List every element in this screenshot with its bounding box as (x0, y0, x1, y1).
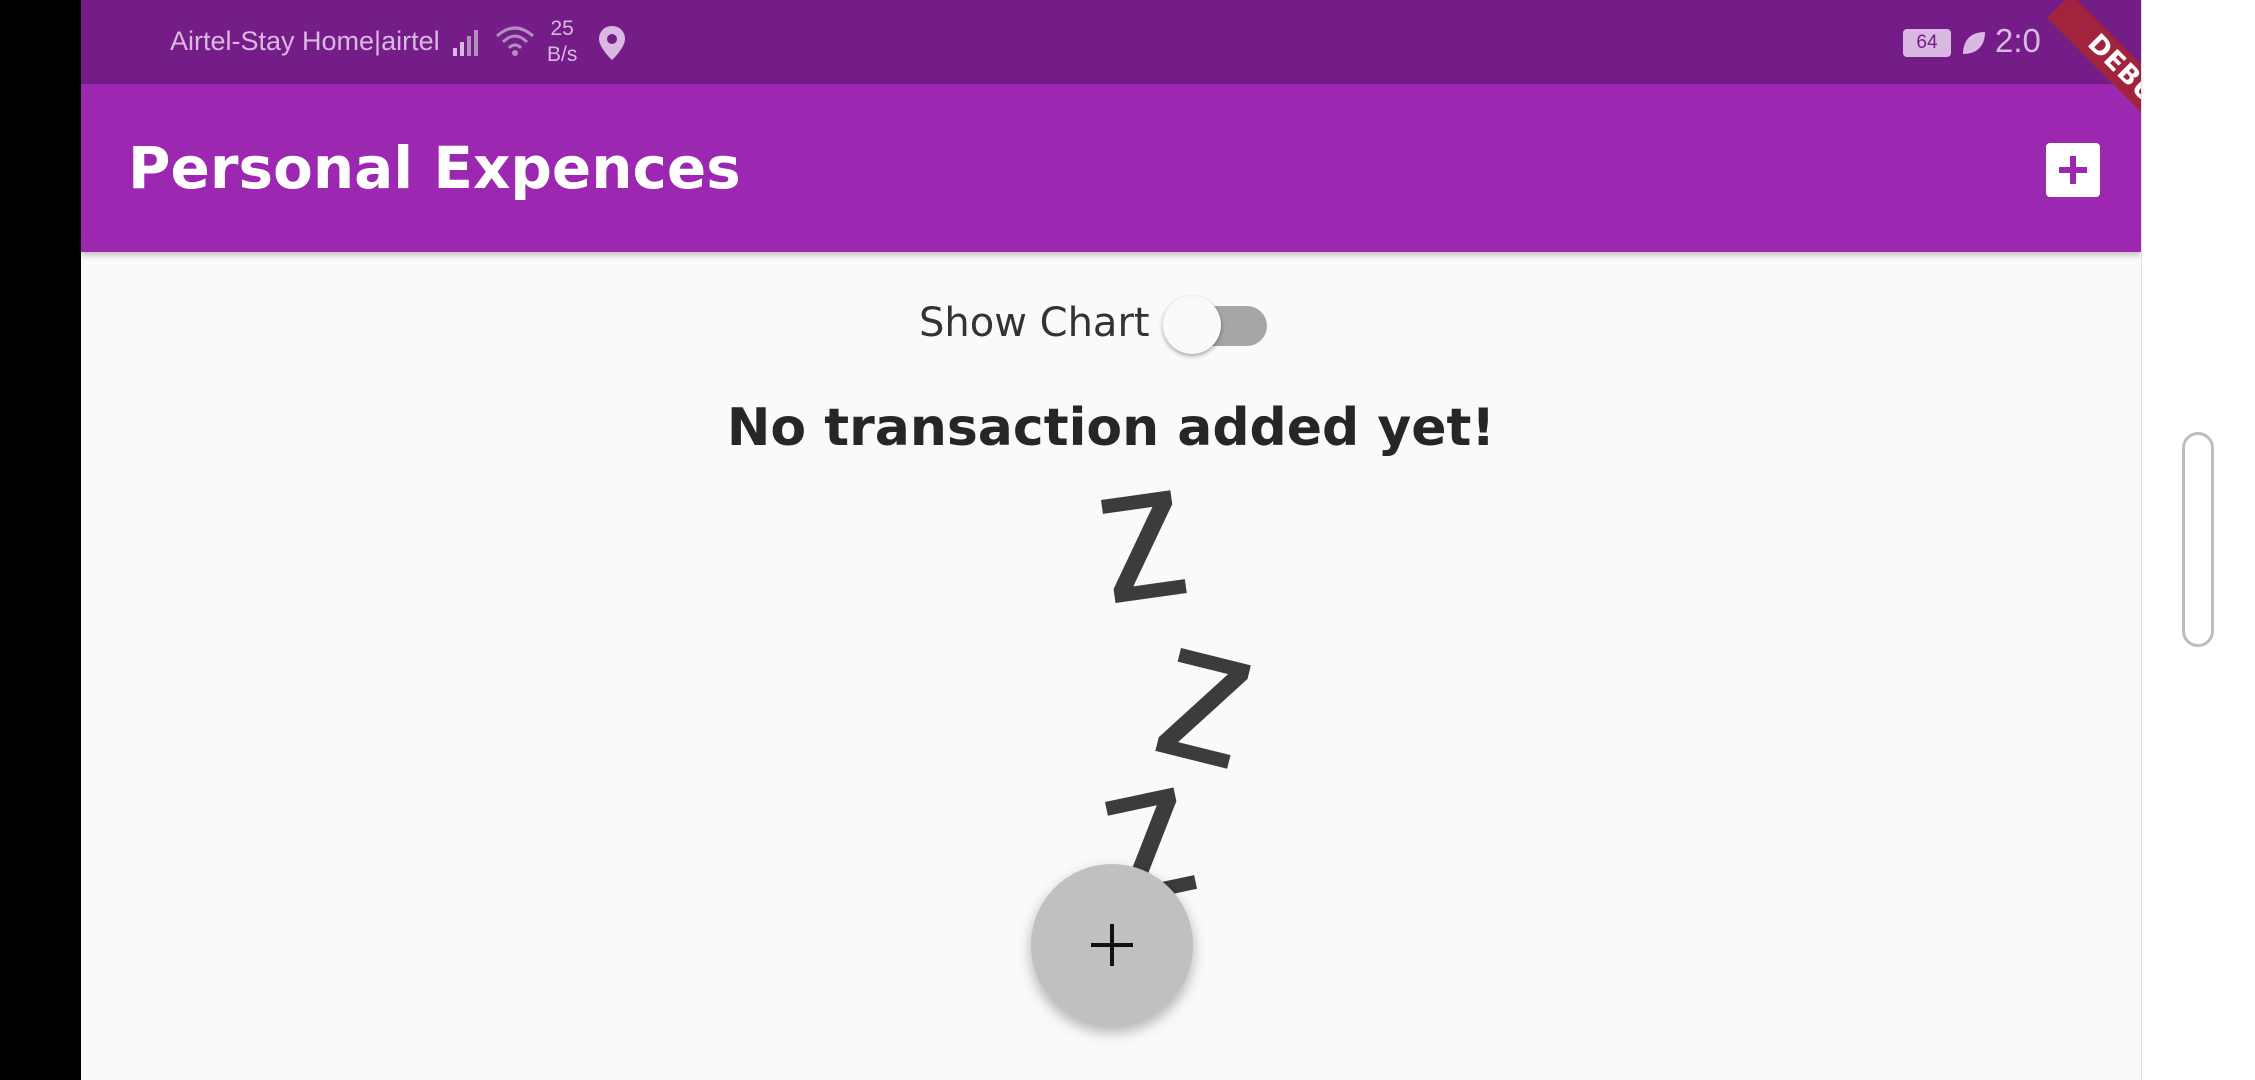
show-chart-label: Show Chart (919, 300, 1150, 346)
side-scroll-handle[interactable] (2182, 432, 2214, 647)
sleeping-zzz-image (1101, 490, 1251, 904)
network-speed-unit: B/s (547, 43, 578, 66)
app-title: Personal Expences (128, 134, 741, 202)
carrier-label: Airtel-Stay Home|airtel (170, 26, 440, 56)
clock: 2:0 (1995, 22, 2041, 59)
empty-state-message: No transaction added yet! (726, 398, 1496, 458)
network-speed: 25 B/s (547, 16, 577, 68)
app-window: Airtel-Stay Home|airtel 25 B/s 64 2:0 Pe… (81, 0, 2141, 1080)
network-speed-value: 25 (550, 17, 574, 40)
add-floating-action-button[interactable] (1031, 864, 1193, 1026)
show-chart-switch[interactable] (1163, 296, 1275, 356)
battery-icon: 64 (1903, 29, 1951, 57)
signal-icon (453, 30, 478, 56)
left-system-bar (0, 0, 81, 1080)
location-icon (599, 26, 625, 60)
leaf-icon (1963, 32, 1985, 54)
add-transaction-button[interactable] (2046, 143, 2100, 197)
status-bar: Airtel-Stay Home|airtel 25 B/s 64 2:0 (81, 0, 2141, 84)
app-bar: Personal Expences (81, 84, 2141, 252)
wifi-icon (496, 26, 534, 56)
switch-thumb (1163, 296, 1221, 354)
chart-toggle-row: Show Chart (81, 296, 2141, 356)
